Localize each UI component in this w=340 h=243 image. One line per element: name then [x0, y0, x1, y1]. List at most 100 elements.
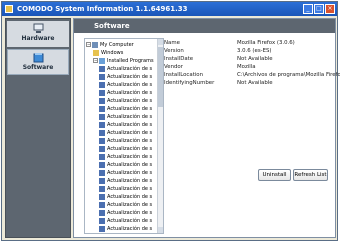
tree-item-label: Actualización de s [107, 226, 153, 232]
update-icon [99, 169, 105, 176]
section-header: Software [74, 19, 335, 33]
folder-icon [93, 49, 99, 56]
property-value: Mozilla Firefox (3.0.6) [237, 40, 295, 46]
property-value: 3.0.6 (es-ES) [237, 48, 272, 54]
property-name: Vendor [164, 64, 183, 70]
tree-item-program[interactable]: Actualización de s [99, 145, 152, 153]
tree-item-label: Installed Programs [107, 58, 154, 64]
tree-item-program[interactable]: Actualización de s [99, 193, 152, 201]
tree-item-program[interactable]: Actualización de s [99, 201, 152, 209]
sidebar: Hardware Software [5, 18, 71, 238]
tree-item-program[interactable]: Actualización de s [99, 81, 152, 89]
tree-item-program[interactable]: Actualización de s [99, 129, 152, 137]
update-icon [99, 81, 105, 88]
tree-item-my-computer[interactable]: − My Computer [86, 41, 134, 49]
sidebar-item-label: Hardware [21, 35, 55, 42]
minimize-button[interactable]: _ [303, 4, 313, 14]
tree-item-program[interactable]: Actualización de s [99, 121, 152, 129]
uninstall-button[interactable]: Uninstall [258, 169, 291, 181]
tree-item-label: Actualización de s [107, 66, 153, 72]
update-icon [99, 113, 105, 120]
tree-item-label: Actualización de s [107, 82, 153, 88]
expand-toggle[interactable]: − [86, 42, 91, 47]
tree-item-program[interactable]: Actualización de s [99, 137, 152, 145]
window-title: COMODO System Information 1.1.64961.33 [17, 5, 188, 13]
tree-item-program[interactable]: Actualización de s [99, 153, 152, 161]
update-icon [99, 153, 105, 160]
scroll-thumb[interactable] [158, 47, 163, 107]
sidebar-item-software[interactable]: Software [7, 49, 69, 75]
tree-item-program[interactable]: Actualización de s [99, 233, 152, 234]
update-icon [99, 145, 105, 152]
update-icon [99, 201, 105, 208]
tree-item-program[interactable]: Actualización de s [99, 97, 152, 105]
property-value: Not Available [237, 80, 273, 86]
update-icon [99, 177, 105, 184]
update-icon [99, 185, 105, 192]
sidebar-item-label: Software [22, 64, 54, 71]
tree-item-label: Actualización de s [107, 122, 153, 128]
update-icon [99, 105, 105, 112]
sidebar-item-hardware[interactable]: Hardware [7, 21, 69, 47]
tree-item-label: Actualización de s [107, 90, 153, 96]
update-icon [99, 234, 105, 235]
tree-item-program[interactable]: Actualización de s [99, 105, 152, 113]
update-icon [99, 137, 105, 144]
maximize-button[interactable]: □ [314, 4, 324, 14]
tree-item-label: Actualización de s [107, 178, 153, 184]
property-name: Name [164, 40, 180, 46]
expand-toggle[interactable]: − [93, 58, 98, 63]
tree-item-program[interactable]: Actualización de s [99, 89, 152, 97]
tree-item-installed-programs[interactable]: − Installed Programs [93, 57, 154, 65]
tree-item-label: Actualización de s [107, 138, 153, 144]
tree-item-label: Windows [101, 50, 124, 56]
software-icon [33, 53, 43, 63]
tree-item-label: Actualización de s [107, 170, 153, 176]
property-value: Mozilla [237, 64, 256, 70]
tree-item-label: Actualización de s [107, 202, 153, 208]
computer-icon [92, 41, 98, 48]
update-icon [99, 161, 105, 168]
tree-item-windows[interactable]: Windows [93, 49, 123, 57]
tree-item-program[interactable]: Actualización de s [99, 169, 152, 177]
tree-item-program[interactable]: Actualización de s [99, 73, 152, 81]
window-controls: _ □ × [303, 4, 335, 14]
title-bar: COMODO System Information 1.1.64961.33 _… [2, 2, 337, 16]
tree-scrollbar[interactable] [157, 39, 163, 233]
update-icon [99, 65, 105, 72]
update-icon [99, 209, 105, 216]
tree-item-program[interactable]: Actualización de s [99, 113, 152, 121]
app-window: COMODO System Information 1.1.64961.33 _… [1, 1, 340, 241]
tree-item-program[interactable]: Actualización de s [99, 209, 152, 217]
update-icon [99, 225, 105, 232]
tree-item-program[interactable]: Actualización de s [99, 177, 152, 185]
program-tree[interactable]: − My Computer Windows − Installed Programs Ac… [84, 38, 164, 234]
tree-item-program[interactable]: Actualización de s [99, 65, 152, 73]
main-panel: Software − My Computer Windows − Installed P… [73, 18, 340, 238]
tree-item-program[interactable]: Actualización de s [99, 217, 152, 225]
property-name: InstallDate [164, 56, 194, 62]
app-icon [5, 5, 13, 13]
tree-item-label: Actualización de s [107, 74, 153, 80]
property-value: C:\Archivos de programa\Mozilla Firefox [237, 72, 340, 78]
update-icon [99, 121, 105, 128]
scroll-up-arrow[interactable] [158, 39, 163, 45]
update-icon [99, 97, 105, 104]
close-button[interactable]: × [325, 4, 335, 14]
property-name: IdentifyingNumber [164, 80, 215, 86]
update-icon [99, 193, 105, 200]
property-name: InstallLocation [164, 72, 204, 78]
tree-item-label: My Computer [100, 42, 134, 48]
hardware-icon [33, 23, 43, 33]
tree-item-label: Actualización de s [107, 218, 153, 224]
tree-item-program[interactable]: Actualización de s [99, 161, 152, 169]
update-icon [99, 129, 105, 136]
refresh-list-button[interactable]: Refresh List [293, 169, 328, 181]
tree-item-program[interactable]: Actualización de s [99, 225, 152, 233]
update-icon [99, 217, 105, 224]
tree-item-label: Actualización de s [107, 162, 153, 168]
scroll-down-arrow[interactable] [158, 227, 163, 233]
property-value: Not Available [237, 56, 273, 62]
tree-item-program[interactable]: Actualización de s [99, 185, 152, 193]
tree-item-label: Actualización de s [107, 114, 153, 120]
